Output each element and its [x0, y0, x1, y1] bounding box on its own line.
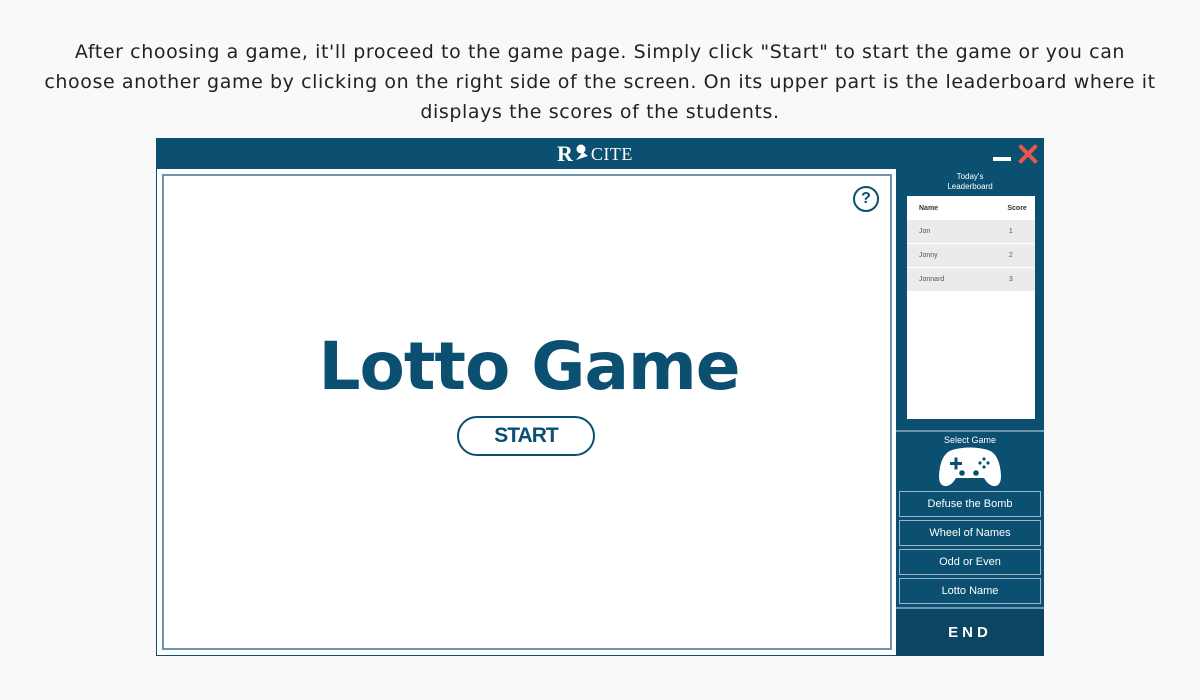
leaderboard-header: Name Score — [907, 196, 1035, 220]
title-bar: R CITE — [157, 139, 1043, 169]
game-option-defuse-the-bomb[interactable]: Defuse the Bomb — [899, 491, 1041, 517]
leaderboard-row: Jonny 2 — [907, 244, 1035, 268]
row-score: 1 — [1008, 228, 1013, 235]
game-option-odd-or-even[interactable]: Odd or Even — [899, 549, 1041, 575]
leaderboard-row: Jon 1 — [907, 220, 1035, 244]
gamepad-icon — [938, 446, 1002, 492]
row-score: 3 — [1008, 276, 1013, 283]
sidebar: Today's Leaderboard Name Score Jon 1 Jon… — [896, 169, 1044, 656]
row-score: 2 — [1008, 252, 1013, 259]
leaderboard-table: Name Score Jon 1 Jonny 2 Jonnard 3 — [907, 196, 1035, 419]
instruction-caption: After choosing a game, it'll proceed to … — [44, 41, 1156, 123]
leaderboard-title: Today's Leaderboard — [896, 172, 1044, 192]
game-area: ? Lotto Game START — [162, 174, 892, 650]
leaderboard-title-line2: Leaderboard — [947, 182, 993, 191]
select-game-label: Select Game — [943, 435, 997, 445]
leaderboard-row: Jonnard 3 — [907, 268, 1035, 292]
minimize-button[interactable] — [993, 157, 1011, 161]
row-name: Jonnard — [919, 276, 945, 283]
logo-prefix: R — [557, 141, 573, 166]
leaderboard-title-line1: Today's — [956, 172, 984, 181]
row-name: Jon — [919, 228, 931, 235]
game-title: Lotto Game — [318, 328, 740, 405]
start-button[interactable]: START — [457, 416, 595, 456]
end-button[interactable]: END — [896, 607, 1044, 656]
logo-mark-icon — [574, 143, 590, 166]
help-button[interactable]: ? — [853, 186, 879, 212]
close-button[interactable] — [1017, 143, 1039, 165]
column-header-name: Name — [919, 204, 939, 212]
game-option-lotto-name[interactable]: Lotto Name — [899, 578, 1041, 604]
column-header-score: Score — [1007, 204, 1027, 212]
logo-suffix: CITE — [590, 143, 633, 164]
app-logo: R CITE — [557, 141, 633, 166]
select-game-section: Select Game — [896, 430, 1044, 488]
game-option-wheel-of-names[interactable]: Wheel of Names — [899, 520, 1041, 546]
window-controls — [993, 141, 1039, 167]
row-name: Jonny — [919, 252, 938, 259]
app-window: R CITE ? Lotto Game START Today's Leader… — [156, 138, 1044, 656]
